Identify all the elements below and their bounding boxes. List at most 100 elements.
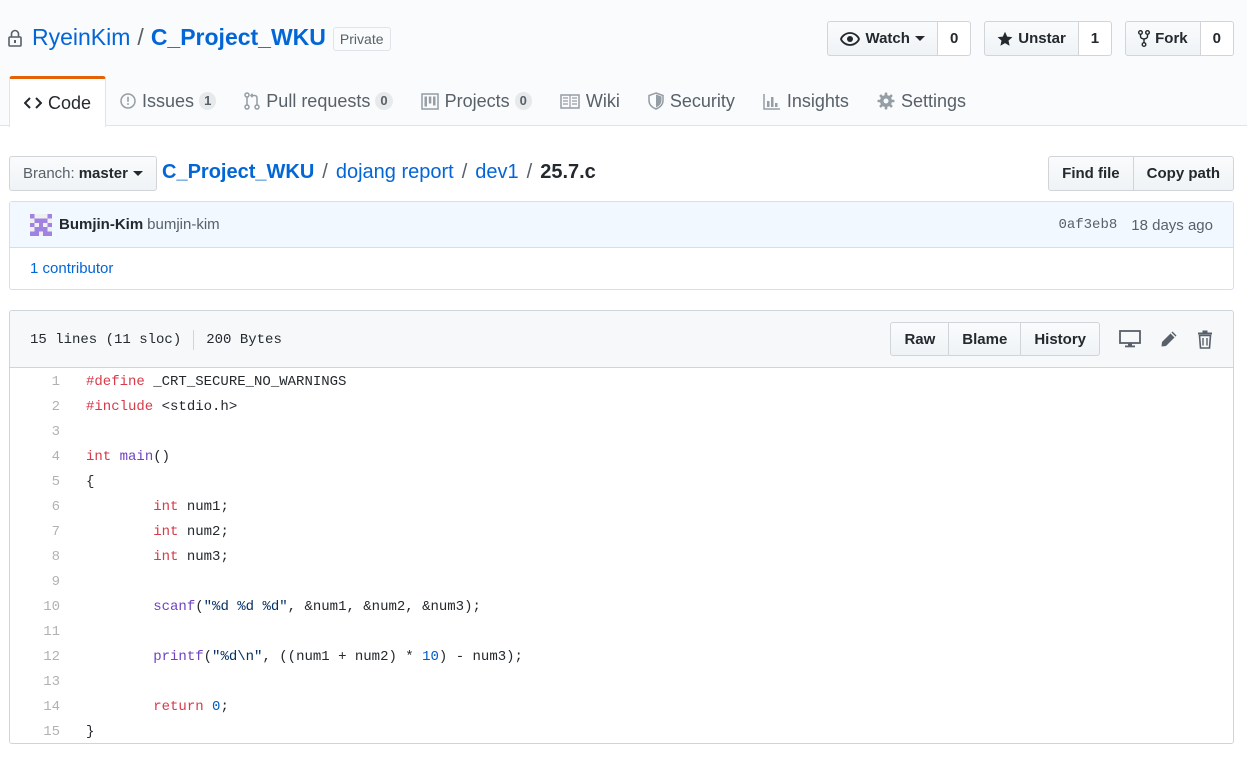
tab-issues-label: Issues [142, 90, 195, 111]
trash-icon[interactable] [1197, 330, 1213, 349]
line-number[interactable]: 2 [10, 399, 60, 415]
tab-code-label: Code [48, 92, 92, 113]
breadcrumb-folder-link[interactable]: dev1 [475, 161, 518, 184]
blame-button[interactable]: Blame [949, 322, 1022, 356]
commit-sha-link[interactable]: 0af3eb8 [1058, 217, 1117, 233]
contributors-link[interactable]: 1 contributor [10, 248, 1233, 289]
commit-time: 18 days ago [1131, 216, 1213, 234]
tab-pull-requests[interactable]: Pull requests 0 [230, 76, 406, 126]
repo-separator: / [137, 24, 144, 50]
line-number[interactable]: 1 [10, 374, 60, 390]
tab-wiki-label: Wiki [585, 90, 620, 111]
line-number[interactable]: 3 [10, 424, 60, 440]
tab-issues[interactable]: Issues 1 [106, 76, 230, 126]
desktop-icon[interactable] [1119, 330, 1141, 348]
commit-author-name[interactable]: Bumjin-Kim [59, 216, 143, 233]
file-navigation: Branch: master C_Project_WKU / dojang re… [9, 156, 1234, 191]
star-count[interactable]: 1 [1078, 21, 1113, 56]
watch-button[interactable]: Watch [827, 21, 938, 56]
star-icon [997, 31, 1013, 47]
tab-code[interactable]: Code [9, 76, 107, 127]
tab-security[interactable]: Security [634, 76, 749, 126]
code-line: 14 return 0; [10, 694, 1233, 719]
code-line-content: int num2; [153, 523, 229, 540]
breadcrumb-folder-link[interactable]: dojang report [336, 161, 454, 184]
commit-author-login[interactable]: bumjin-kim [147, 216, 220, 233]
repo-owner-link[interactable]: RyeinKim [32, 24, 130, 51]
breadcrumb-separator: / [461, 161, 468, 183]
commit-tease: Bumjin-Kim bumjin-kim 0af3eb8 18 days ag… [9, 201, 1234, 290]
code-line: 1 #define _CRT_SECURE_NO_WARNINGS [10, 369, 1233, 394]
file-viewer: 15 lines (11 sloc) 200 Bytes Raw Blame H… [9, 310, 1234, 744]
line-number[interactable]: 4 [10, 449, 60, 465]
code-line-content: } [86, 723, 95, 740]
pull-request-icon [244, 92, 261, 110]
repo-name-link[interactable]: C_Project_WKU [151, 24, 326, 51]
tab-insights[interactable]: Insights [749, 76, 863, 126]
issues-counter: 1 [199, 92, 217, 110]
avatar[interactable] [30, 213, 52, 236]
chevron-down-icon [132, 171, 143, 176]
unstar-label: Unstar [1018, 30, 1066, 47]
tab-projects[interactable]: Projects 0 [407, 76, 546, 126]
code-line-content: scanf("%d %d %d", &num1, &num2, &num3); [153, 598, 481, 615]
line-number[interactable]: 11 [10, 624, 60, 640]
eye-icon [840, 31, 861, 46]
tab-pull-requests-label: Pull requests [266, 90, 371, 111]
line-number[interactable]: 9 [10, 574, 60, 590]
line-number[interactable]: 12 [10, 649, 60, 665]
tab-wiki[interactable]: Wiki [546, 76, 634, 126]
star-group: Unstar 1 [984, 21, 1113, 56]
code-line: 8 int num3; [10, 544, 1233, 569]
code-line: 5{ [10, 469, 1233, 494]
file-line-count: 15 lines (11 sloc) [30, 331, 182, 348]
fork-group: Fork 0 [1125, 21, 1234, 56]
projects-counter: 0 [514, 92, 532, 110]
code-line-content: { [86, 473, 95, 490]
watch-group: Watch 0 [827, 21, 972, 56]
line-number[interactable]: 14 [10, 699, 60, 715]
file-size: 200 Bytes [206, 331, 282, 348]
branch-select-button[interactable]: Branch: master [9, 156, 157, 191]
tab-settings[interactable]: Settings [863, 76, 980, 126]
tab-security-label: Security [669, 90, 735, 111]
file-info-divider [193, 329, 195, 350]
issue-icon [120, 93, 136, 109]
file-nav-buttons: Find file Copy path [1048, 156, 1234, 191]
line-number[interactable]: 5 [10, 474, 60, 490]
code-line: 4 int main() [10, 444, 1233, 469]
watch-count[interactable]: 0 [937, 21, 972, 56]
line-number[interactable]: 7 [10, 524, 60, 540]
line-number[interactable]: 15 [10, 724, 60, 740]
pencil-icon[interactable] [1160, 330, 1178, 348]
line-number[interactable]: 6 [10, 499, 60, 515]
history-button[interactable]: History [1021, 322, 1100, 356]
lock-icon [8, 27, 26, 49]
code-line: 15} [10, 719, 1233, 743]
fork-icon [1138, 30, 1151, 47]
find-file-button[interactable]: Find file [1048, 156, 1134, 191]
fork-button[interactable]: Fork [1125, 21, 1201, 56]
pulls-counter: 0 [375, 92, 393, 110]
code-line-content: int num1; [153, 498, 229, 515]
breadcrumb: C_Project_WKU / dojang report / dev1 / 2… [162, 161, 596, 184]
raw-button[interactable]: Raw [890, 322, 950, 356]
fork-count[interactable]: 0 [1200, 21, 1234, 56]
code-line-content: #include <stdio.h> [86, 398, 238, 415]
line-number[interactable]: 10 [10, 599, 60, 615]
code-line-content: return 0; [153, 698, 229, 715]
unstar-button[interactable]: Unstar [984, 21, 1079, 56]
code-line: 10 scanf("%d %d %d", &num1, &num2, &num3… [10, 594, 1233, 619]
line-number[interactable]: 8 [10, 549, 60, 565]
code-line: 7 int num2; [10, 519, 1233, 544]
copy-path-button[interactable]: Copy path [1133, 156, 1234, 191]
breadcrumb-repo-link[interactable]: C_Project_WKU [162, 161, 314, 184]
code-line-content: int num3; [153, 548, 229, 565]
repo-title: RyeinKim / C_Project_WKU Private [8, 24, 391, 51]
line-number[interactable]: 13 [10, 674, 60, 690]
file-info: 15 lines (11 sloc) 200 Bytes [30, 311, 282, 368]
code-line-content: #define _CRT_SECURE_NO_WARNINGS [86, 373, 347, 390]
latest-commit: Bumjin-Kim bumjin-kim 0af3eb8 18 days ag… [10, 202, 1233, 248]
file-header: 15 lines (11 sloc) 200 Bytes Raw Blame H… [10, 311, 1233, 368]
code-line-content: int main() [86, 448, 171, 465]
